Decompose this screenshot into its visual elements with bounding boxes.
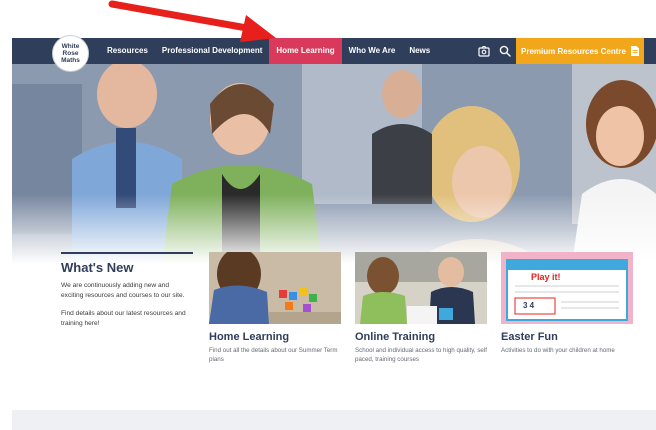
logo-line-1: White: [61, 43, 80, 50]
document-icon: [630, 46, 639, 56]
card-online-training[interactable]: Online Training School and individual ac…: [355, 252, 487, 364]
nav-item-resources[interactable]: Resources: [100, 38, 155, 64]
easter-image-heading: Play it!: [531, 272, 561, 282]
card-easter-fun[interactable]: Play it! 3 4 Easter Fun Activities to do…: [501, 252, 633, 355]
white-rose-maths-logo[interactable]: White Rose Maths: [52, 35, 89, 72]
easter-fun-image: Play it! 3 4: [501, 252, 633, 324]
premium-resources-label: Premium Resources Centre: [521, 46, 626, 56]
nav-item-news[interactable]: News: [402, 38, 437, 64]
whats-new-rule: [61, 252, 193, 254]
card-desc-easter-fun: Activities to do with your children at h…: [501, 347, 615, 354]
card-title-online-training: Online Training: [355, 331, 436, 343]
card-title-easter-fun: Easter Fun: [501, 331, 558, 343]
footer-band: [12, 410, 656, 430]
card-desc-home-learning: Find out all the details about our Summe…: [209, 347, 338, 363]
hero-image: [12, 64, 656, 264]
premium-resources-button[interactable]: Premium Resources Centre: [516, 38, 644, 64]
whats-new-section: What's New We are continuously adding ne…: [61, 252, 193, 337]
nav-item-who-we-are[interactable]: Who We Are: [342, 38, 403, 64]
whats-new-text-1: We are continuously adding new and excit…: [61, 282, 185, 299]
online-training-image: [355, 252, 487, 324]
card-home-learning[interactable]: Home Learning Find out all the details a…: [209, 252, 341, 364]
search-icon[interactable]: [499, 45, 511, 57]
nav-item-home-learning[interactable]: Home Learning: [269, 38, 342, 64]
nav-links: Resources Professional Development Home …: [100, 38, 437, 64]
whats-new-text-2: Find details about our latest resources …: [61, 310, 186, 327]
logo-line-2: Rose: [62, 50, 79, 57]
card-desc-online-training: School and individual access to high qua…: [355, 347, 487, 363]
easter-image-number: 3 4: [523, 301, 535, 310]
nav-item-professional-development[interactable]: Professional Development: [155, 38, 269, 64]
account-icon[interactable]: [478, 45, 490, 57]
home-learning-image: [209, 252, 341, 324]
card-title-home-learning: Home Learning: [209, 331, 290, 343]
logo-line-3: Maths: [61, 57, 80, 64]
whats-new-title: What's New: [61, 260, 134, 275]
main-navigation: Resources Professional Development Home …: [12, 38, 656, 64]
